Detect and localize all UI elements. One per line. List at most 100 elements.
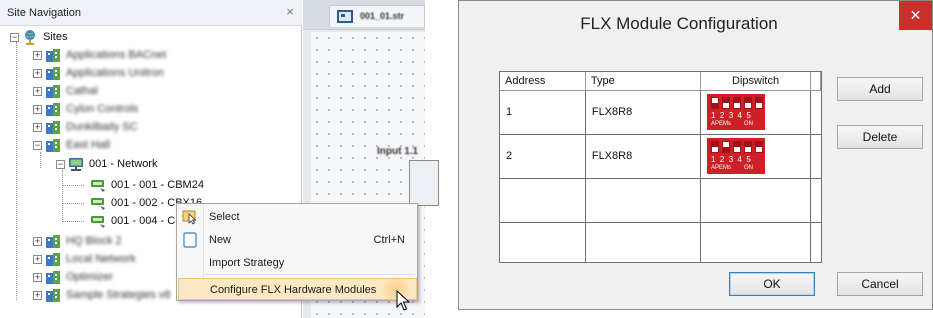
collapse-icon[interactable]: − [10, 32, 19, 42]
column-header-dipswitch[interactable]: Dipswitch [700, 72, 812, 91]
site-building-icon [46, 85, 60, 98]
cell-type[interactable] [585, 178, 702, 223]
dip-switch-3[interactable] [733, 141, 741, 153]
dip-switch-1[interactable] [711, 141, 719, 153]
table-row-empty[interactable] [500, 222, 821, 262]
column-header-address[interactable]: Address [500, 72, 586, 91]
cell-address[interactable] [500, 222, 586, 262]
add-button[interactable]: Add [837, 77, 923, 101]
tree-label: Applications Unitron [66, 67, 164, 79]
table-row[interactable]: 2 FLX8R8 12345 APEMs ON [500, 134, 821, 179]
dip-switch-1[interactable] [711, 97, 719, 109]
strategy-block[interactable] [409, 160, 439, 206]
tree-label: Applications BACnet [66, 49, 167, 61]
cell-dipswitch[interactable]: 12345 APEMs ON [700, 134, 812, 179]
site-building-icon [46, 67, 60, 80]
dip-switch-5[interactable] [755, 97, 763, 109]
cell-address[interactable]: 2 [500, 134, 586, 179]
collapse-icon[interactable]: − [33, 140, 42, 150]
controller-icon [91, 216, 105, 228]
menu-item-configure-flx[interactable]: Configure FLX Hardware Modules [178, 278, 417, 300]
close-icon[interactable]: × [283, 5, 297, 19]
menu-item-select[interactable]: Select [178, 206, 417, 228]
expand-icon[interactable]: + [33, 272, 42, 282]
dip-switch-5[interactable] [755, 141, 763, 153]
cancel-button[interactable]: Cancel [837, 272, 923, 296]
close-icon[interactable]: ✕ [899, 1, 932, 30]
cell-dipswitch[interactable] [700, 222, 812, 262]
dip-switch-2[interactable] [722, 97, 730, 109]
tree-item-site[interactable]: + Dunkilbaily SC [33, 118, 138, 136]
tree-item-site-expanded[interactable]: − East Hall [33, 136, 110, 154]
delete-button[interactable]: Delete [837, 125, 923, 149]
menu-item-label: Import Strategy [209, 257, 285, 269]
site-building-icon [46, 139, 60, 152]
editor-tab-bar: 001_01.str [303, 0, 425, 30]
tree-item-site[interactable]: + Sample Strategies v8 [33, 286, 171, 304]
strategy-file-icon [337, 10, 353, 23]
select-icon [182, 210, 197, 225]
dip-switch-2[interactable] [722, 141, 730, 153]
dip-knob [734, 147, 740, 152]
expand-icon[interactable]: + [33, 50, 42, 60]
tree-label-sites: Sites [43, 31, 68, 43]
column-header-blank [810, 72, 821, 91]
cell-type[interactable]: FLX8R8 [585, 134, 702, 179]
tree-item-controller[interactable]: 001 - 004 - C [90, 212, 175, 230]
mouse-pointer-icon [396, 290, 410, 311]
dialog-title: FLX Module Configuration [580, 14, 778, 33]
dip-knob [712, 147, 718, 152]
tree-root-sites[interactable]: − Sites [10, 28, 67, 46]
dipswitch-widget[interactable]: 12345 APEMs ON [707, 138, 765, 174]
ok-button[interactable]: OK [729, 272, 815, 296]
cell-address[interactable]: 1 [500, 90, 586, 135]
expand-icon[interactable]: + [33, 86, 42, 96]
cell-dipswitch[interactable]: 12345 APEMs ON [700, 90, 812, 135]
menu-item-new[interactable]: New Ctrl+N [178, 229, 417, 251]
tree-label: Local Network [66, 253, 136, 265]
tree-item-site[interactable]: + Optimizer [33, 268, 113, 286]
site-navigation-title: Site Navigation [7, 7, 81, 19]
expand-icon[interactable]: + [33, 122, 42, 132]
column-header-type[interactable]: Type [585, 72, 702, 91]
dip-switch-4[interactable] [744, 141, 752, 153]
expand-icon[interactable]: + [33, 68, 42, 78]
cell-type[interactable] [585, 222, 702, 262]
tree-connector [16, 42, 17, 300]
tree-item-site[interactable]: + Cylon Controls [33, 100, 138, 118]
dip-knob [745, 103, 751, 108]
tree-item-site[interactable]: + Local Network [33, 250, 136, 268]
tree-connector [62, 221, 84, 222]
expand-icon[interactable]: + [33, 254, 42, 264]
table-row-empty[interactable] [500, 178, 821, 223]
expand-icon[interactable]: + [33, 236, 42, 246]
controller-icon [91, 198, 105, 210]
cell-blank [810, 178, 821, 223]
table-row[interactable]: 1 FLX8R8 12345 APEMs ON [500, 90, 821, 135]
cell-type[interactable]: FLX8R8 [585, 90, 702, 135]
dip-switch-4[interactable] [744, 97, 752, 109]
tree-item-network[interactable]: − 001 - Network [56, 155, 157, 173]
collapse-icon[interactable]: − [56, 159, 65, 169]
tree-label: 001 - 004 - C [111, 215, 176, 227]
editor-tab-label: 001_01.str [360, 11, 405, 21]
tree-item-site[interactable]: + Applications Unitron [33, 64, 164, 82]
cell-address[interactable] [500, 178, 586, 223]
tree-item-controller[interactable]: 001 - 001 - CBM24 [90, 176, 204, 194]
dialog-titlebar[interactable]: FLX Module Configuration ✕ [459, 1, 932, 45]
tree-label: Dunkilbaily SC [66, 121, 138, 133]
dip-caption-right: ON [744, 165, 753, 171]
dip-switch-3[interactable] [733, 97, 741, 109]
expand-icon[interactable]: + [33, 290, 42, 300]
dipswitch-widget[interactable]: 12345 APEMs ON [707, 94, 765, 130]
tree-item-site[interactable]: + Applications BACnet [33, 46, 166, 64]
expand-icon[interactable]: + [33, 104, 42, 114]
dip-knob [734, 103, 740, 108]
tree-item-site[interactable]: + HQ Block 2 [33, 232, 122, 250]
editor-tab[interactable]: 001_01.str [329, 5, 425, 27]
dip-numbers: 12345 [711, 111, 756, 120]
context-menu: Select New Ctrl+N Import Strategy Config… [176, 203, 418, 301]
menu-item-import-strategy[interactable]: Import Strategy [178, 252, 417, 274]
tree-item-site[interactable]: + Cathal [33, 82, 98, 100]
cell-dipswitch[interactable] [700, 178, 812, 223]
